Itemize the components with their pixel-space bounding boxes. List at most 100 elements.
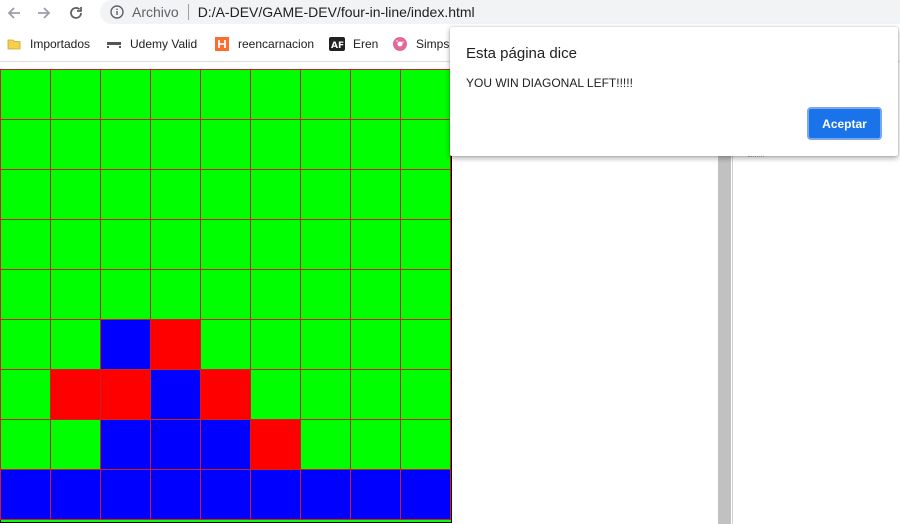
blue-piece-cell[interactable] [150, 369, 201, 420]
empty-cell[interactable] [400, 419, 451, 470]
blue-piece-cell[interactable] [150, 419, 201, 470]
empty-cell[interactable] [100, 119, 151, 170]
red-piece-cell[interactable] [50, 369, 101, 420]
empty-cell[interactable] [0, 369, 51, 420]
empty-cell[interactable] [0, 219, 51, 270]
blue-piece-cell[interactable] [200, 469, 251, 520]
accept-button[interactable]: Aceptar [807, 107, 882, 140]
svg-text:AF: AF [331, 41, 344, 51]
empty-cell[interactable] [0, 319, 51, 370]
empty-cell[interactable] [350, 169, 401, 220]
empty-cell[interactable] [50, 319, 101, 370]
blue-piece-cell[interactable] [0, 469, 51, 520]
red-piece-cell[interactable] [250, 419, 301, 470]
empty-cell[interactable] [100, 69, 151, 120]
blue-piece-cell[interactable] [50, 469, 101, 520]
back-arrow-icon[interactable] [3, 2, 25, 24]
bookmark-label: Importados [30, 37, 91, 51]
empty-cell[interactable] [50, 419, 101, 470]
empty-cell[interactable] [350, 369, 401, 420]
empty-cell[interactable] [250, 319, 301, 370]
empty-cell[interactable] [350, 119, 401, 170]
blue-piece-cell[interactable] [300, 469, 351, 520]
empty-cell[interactable] [250, 219, 301, 270]
empty-cell[interactable] [50, 69, 101, 120]
empty-cell[interactable] [250, 169, 301, 220]
empty-cell[interactable] [0, 69, 51, 120]
red-piece-cell[interactable] [150, 319, 201, 370]
empty-cell[interactable] [150, 69, 201, 120]
empty-cell[interactable] [200, 69, 251, 120]
empty-cell[interactable] [50, 169, 101, 220]
empty-cell[interactable] [0, 269, 51, 320]
bookmark-eren[interactable]: AF Eren [329, 35, 378, 53]
blue-piece-cell[interactable] [100, 319, 151, 370]
empty-cell[interactable] [300, 119, 351, 170]
empty-cell[interactable] [300, 319, 351, 370]
empty-cell[interactable] [100, 219, 151, 270]
empty-cell[interactable] [150, 119, 201, 170]
empty-cell[interactable] [400, 269, 451, 320]
empty-cell[interactable] [250, 119, 301, 170]
bookmark-reencarnacion[interactable]: reencarnacion [214, 35, 314, 53]
blue-piece-cell[interactable] [150, 469, 201, 520]
blue-piece-cell[interactable] [400, 469, 451, 520]
bookmark-label: Simps [416, 37, 450, 51]
empty-cell[interactable] [350, 219, 401, 270]
empty-cell[interactable] [250, 69, 301, 120]
bookmark-simps[interactable]: Simps [392, 35, 449, 53]
forward-arrow-icon[interactable] [33, 2, 55, 24]
empty-cell[interactable] [300, 169, 351, 220]
empty-cell[interactable] [250, 369, 301, 420]
empty-cell[interactable] [200, 319, 251, 370]
blue-piece-cell[interactable] [100, 419, 151, 470]
empty-cell[interactable] [400, 319, 451, 370]
info-icon[interactable] [110, 5, 124, 19]
empty-cell[interactable] [350, 269, 401, 320]
af-logo-icon: AF [329, 36, 345, 52]
empty-cell[interactable] [200, 169, 251, 220]
empty-cell[interactable] [300, 269, 351, 320]
empty-cell[interactable] [0, 419, 51, 470]
empty-cell[interactable] [350, 419, 401, 470]
udemy-icon [106, 36, 122, 52]
red-piece-cell[interactable] [200, 369, 251, 420]
blue-piece-cell[interactable] [350, 469, 401, 520]
reload-icon[interactable] [65, 2, 87, 24]
blue-piece-cell[interactable] [100, 469, 151, 520]
empty-cell[interactable] [300, 69, 351, 120]
empty-cell[interactable] [250, 269, 301, 320]
empty-cell[interactable] [400, 369, 451, 420]
empty-cell[interactable] [350, 319, 401, 370]
donut-icon [392, 36, 408, 52]
bookmark-udemy-valid[interactable]: Udemy Valid [106, 35, 197, 53]
empty-cell[interactable] [400, 219, 451, 270]
red-piece-cell[interactable] [100, 369, 151, 420]
empty-cell[interactable] [300, 369, 351, 420]
empty-cell[interactable] [0, 169, 51, 220]
empty-cell[interactable] [400, 69, 451, 120]
address-bar[interactable]: Archivo D:/A-DEV/GAME-DEV/four-in-line/i… [100, 0, 900, 24]
empty-cell[interactable] [200, 119, 251, 170]
empty-cell[interactable] [150, 269, 201, 320]
empty-cell[interactable] [150, 169, 201, 220]
scrollbar[interactable] [718, 156, 731, 524]
empty-cell[interactable] [350, 69, 401, 120]
empty-cell[interactable] [200, 219, 251, 270]
empty-cell[interactable] [50, 219, 101, 270]
empty-cell[interactable] [0, 119, 51, 170]
empty-cell[interactable] [50, 269, 101, 320]
empty-cell[interactable] [400, 169, 451, 220]
empty-cell[interactable] [400, 119, 451, 170]
blue-piece-cell[interactable] [200, 419, 251, 470]
empty-cell[interactable] [100, 269, 151, 320]
bookmark-importados[interactable]: Importados [6, 35, 90, 53]
empty-cell[interactable] [100, 169, 151, 220]
empty-cell[interactable] [300, 219, 351, 270]
blue-piece-cell[interactable] [250, 469, 301, 520]
url-text[interactable]: D:/A-DEV/GAME-DEV/four-in-line/index.htm… [198, 4, 475, 20]
empty-cell[interactable] [200, 269, 251, 320]
empty-cell[interactable] [150, 219, 201, 270]
empty-cell[interactable] [50, 119, 101, 170]
empty-cell[interactable] [300, 419, 351, 470]
